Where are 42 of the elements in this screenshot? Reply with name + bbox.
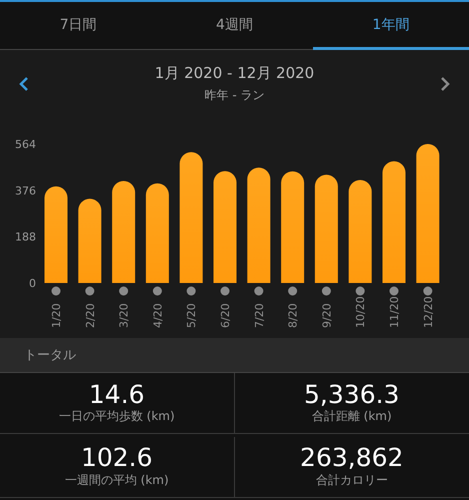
y-axis-label: 0 xyxy=(29,277,36,290)
dot-icon xyxy=(152,286,162,296)
y-axis-label: 564 xyxy=(15,138,36,151)
stat-value: 263,862 xyxy=(300,444,404,472)
dot-icon xyxy=(356,286,365,296)
dot-icon xyxy=(254,286,264,296)
dot-icon xyxy=(390,286,398,296)
dot-icon xyxy=(322,286,331,296)
x-axis-label: 12/20 xyxy=(422,296,435,328)
section-title: トータル xyxy=(24,347,76,364)
stat-value: 102.6 xyxy=(80,444,153,472)
stat-value: 14.6 xyxy=(88,380,145,408)
x-axis-label: 7/20 xyxy=(252,303,266,328)
y-axis-label: 188 xyxy=(15,230,36,244)
x-axis-label: 11/20 xyxy=(388,296,401,328)
date-range: 1月 2020 - 12月 2020 xyxy=(154,64,314,83)
dot-icon xyxy=(85,286,94,296)
x-axis-label: 1/20 xyxy=(50,303,63,328)
stat-label: 一週間の平均 (km) xyxy=(64,472,169,489)
stat-value: 5,336.3 xyxy=(304,380,400,408)
x-axis-label: 10/20 xyxy=(354,296,368,328)
stat-label: 合計距離 (km) xyxy=(312,408,392,426)
x-axis-label: 6/20 xyxy=(219,303,232,328)
period-tab[interactable]: 1年間 xyxy=(312,2,469,50)
x-axis-label: 2/20 xyxy=(84,303,97,328)
subtitle: 昨年 - ラン xyxy=(204,87,264,104)
x-axis-label: 4/20 xyxy=(151,303,164,328)
x-axis-label: 8/20 xyxy=(286,303,300,328)
y-axis-label: 376 xyxy=(15,184,36,198)
stat-label: 合計カロリー xyxy=(316,472,388,489)
dot-icon xyxy=(52,286,60,296)
period-tab[interactable]: 7日間 xyxy=(0,2,156,50)
dot-icon xyxy=(186,286,196,296)
x-axis-label: 3/20 xyxy=(118,303,131,328)
dot-icon xyxy=(220,286,230,296)
stat-label: 一日の平均歩数 (km) xyxy=(58,408,175,426)
dot-icon xyxy=(119,286,128,296)
x-axis-label: 5/20 xyxy=(185,303,198,328)
dot-icon xyxy=(423,286,432,296)
period-tab[interactable]: 4週間 xyxy=(156,2,313,50)
x-axis-label: 9/20 xyxy=(320,303,334,328)
dot-icon xyxy=(288,286,298,296)
